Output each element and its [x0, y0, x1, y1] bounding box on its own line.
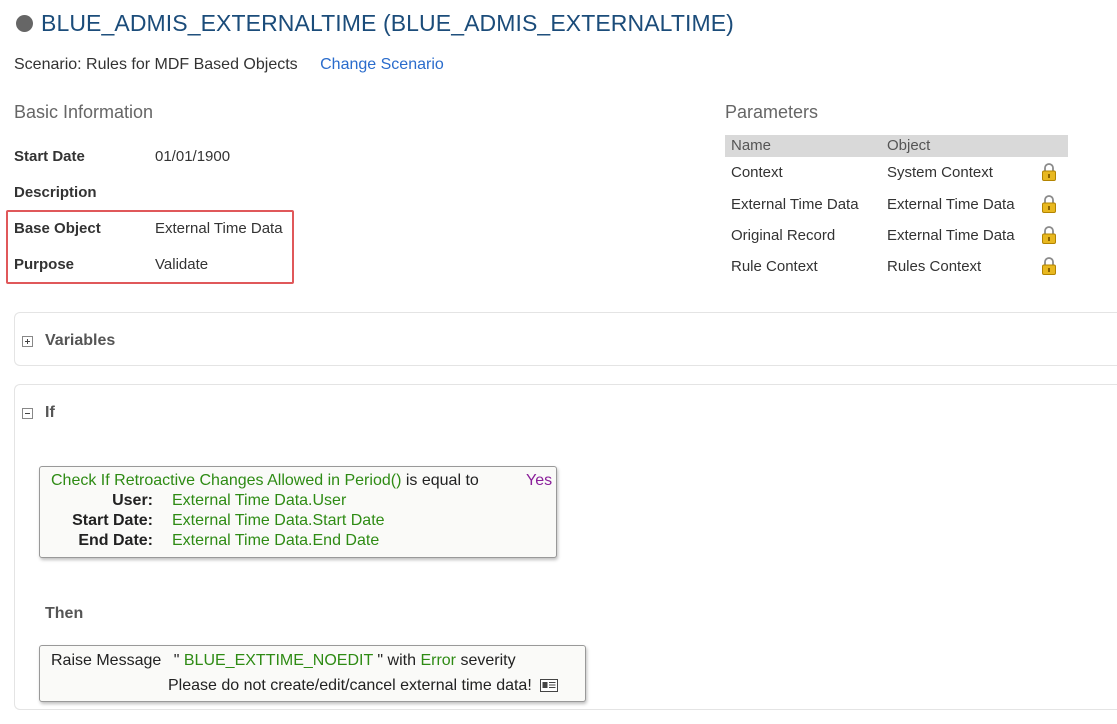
lock-icon: [1042, 257, 1056, 275]
purpose-value: Validate: [155, 256, 209, 273]
open-quote: ": [173, 652, 180, 669]
arg-label: Start Date:: [72, 512, 153, 529]
param-object: External Time Data: [887, 227, 1015, 244]
lock-icon: [1042, 163, 1056, 181]
scenario-label: Scenario: Rules for MDF Based Objects: [14, 56, 298, 73]
change-scenario-link[interactable]: Change Scenario: [320, 56, 444, 73]
arg-label: User:: [112, 492, 153, 509]
variables-toggle[interactable]: Variables: [22, 332, 115, 350]
close-quote: " with: [377, 652, 416, 669]
page-title: BLUE_ADMIS_EXTERNALTIME (BLUE_ADMIS_EXTE…: [41, 9, 734, 36]
status-dot-icon: [16, 14, 33, 32]
message-key[interactable]: BLUE_EXTTIME_NOEDIT: [184, 652, 373, 669]
base-object-label: Base Object: [14, 220, 101, 237]
param-object: External Time Data: [887, 196, 1015, 213]
condition-function[interactable]: Check If Retroactive Changes Allowed in …: [51, 472, 401, 489]
collapse-icon: [22, 407, 33, 419]
param-name: Original Record: [731, 227, 836, 244]
base-object-value: External Time Data: [155, 220, 283, 237]
message-text: Please do not create/edit/cancel externa…: [168, 677, 532, 694]
action-prefix[interactable]: Raise Message: [51, 652, 161, 669]
param-name: External Time Data: [731, 196, 859, 213]
severity-suffix: severity: [460, 652, 516, 669]
arg-label: End Date:: [78, 532, 153, 549]
basic-info-title: Basic Information: [14, 102, 154, 122]
description-label: Description: [14, 184, 97, 201]
param-object: System Context: [887, 164, 993, 181]
column-header-name: Name: [731, 137, 772, 154]
if-toggle[interactable]: If: [22, 404, 55, 422]
condition-operator[interactable]: is equal to: [406, 472, 479, 489]
action-line: Raise Message " BLUE_EXTTIME_NOEDIT " wi…: [51, 652, 516, 670]
arg-value[interactable]: External Time Data.End Date: [172, 532, 379, 550]
param-object: Rules Context: [887, 258, 982, 275]
if-title: If: [45, 404, 55, 421]
param-name: Rule Context: [731, 258, 818, 275]
parameters-table-header: Name Object: [725, 135, 1068, 157]
column-header-object: Object: [887, 137, 931, 154]
condition-line: Check If Retroactive Changes Allowed in …: [51, 472, 479, 490]
expand-icon: [22, 335, 33, 347]
condition-value[interactable]: Yes: [526, 472, 552, 490]
variables-title: Variables: [45, 332, 116, 349]
start-date-value: 01/01/1900: [155, 148, 231, 165]
page-header: BLUE_ADMIS_EXTERNALTIME (BLUE_ADMIS_EXTE…: [16, 8, 734, 38]
lock-icon: [1042, 195, 1056, 213]
arg-value[interactable]: External Time Data.User: [172, 492, 346, 510]
parameters-title: Parameters: [725, 102, 819, 122]
then-label: Then: [45, 605, 84, 622]
lock-icon: [1042, 226, 1056, 244]
severity-value[interactable]: Error: [420, 652, 456, 669]
message-details-icon[interactable]: [540, 679, 559, 692]
scenario-row: Scenario: Rules for MDF Based Objects Ch…: [14, 56, 444, 74]
purpose-label: Purpose: [14, 256, 75, 273]
variables-panel: [14, 312, 1117, 366]
message-text-line: Please do not create/edit/cancel externa…: [168, 677, 559, 695]
start-date-label: Start Date: [14, 148, 85, 165]
arg-value[interactable]: External Time Data.Start Date: [172, 512, 385, 530]
param-name: Context: [731, 164, 783, 181]
